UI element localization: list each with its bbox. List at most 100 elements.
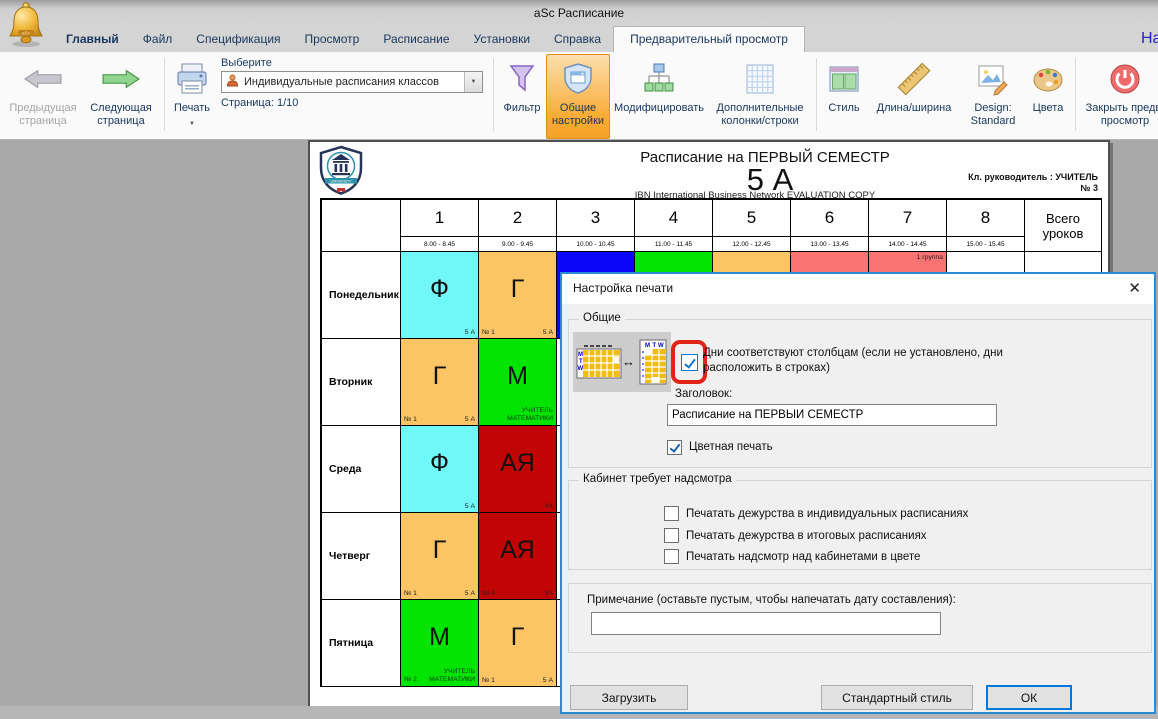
window-titlebar: aSc Расписание xyxy=(0,0,1158,26)
extra-columns-rows-button[interactable]: Дополнительные колонки/строки xyxy=(708,54,812,139)
period-number: 8 xyxy=(947,200,1024,236)
load-button[interactable]: Загрузить xyxy=(570,685,688,710)
close-icon[interactable]: ✕ xyxy=(1128,279,1141,297)
class-label: 5 А xyxy=(543,329,553,336)
person-icon xyxy=(226,74,239,90)
teacher-line2: № 2МАТЕМАТИКИ xyxy=(404,676,475,684)
toolbar-button-label: Модифицировать xyxy=(614,102,704,115)
lesson-cell: Г№ 15 А xyxy=(401,339,479,426)
day-label: Понедельник xyxy=(322,252,401,339)
ok-button[interactable]: ОК xyxy=(986,685,1072,710)
days-in-rows-icon: M T W xyxy=(576,344,622,383)
period-header-cell: 714.00 - 14.45 xyxy=(869,200,947,252)
period-header-cell: 613.00 - 13.45 xyxy=(791,200,869,252)
subject-abbr: Г xyxy=(401,339,478,413)
supervision-option-row: Печатать дежурства в индивидуальных расп… xyxy=(664,506,968,521)
menu-item-4[interactable]: Просмотр xyxy=(293,26,372,52)
previous-page-button[interactable]: Предыдущая страница xyxy=(4,54,82,139)
next-page-button[interactable]: Следующая страница xyxy=(82,54,160,139)
svg-text:UNIVERSITY: UNIVERSITY xyxy=(330,180,352,184)
combobox-value: Индивидуальные расписания классов xyxy=(244,76,439,88)
style-button[interactable]: Стиль xyxy=(821,54,867,139)
checkbox-unchecked[interactable] xyxy=(664,506,679,521)
group-label: 1 группа xyxy=(917,254,943,261)
period-time: 8.00 - 8.45 xyxy=(401,236,478,251)
period-number: 1 xyxy=(401,200,478,236)
lesson-cell: Г№ 15 А xyxy=(479,252,557,339)
combobox-dropdown-button[interactable] xyxy=(464,72,482,92)
dialog-titlebar[interactable]: Настройка печати ✕ xyxy=(562,274,1154,304)
lesson-cell: Ф5 А xyxy=(401,426,479,513)
general-group: Общие M T W xyxy=(568,319,1152,468)
filter-button[interactable]: Фильтр xyxy=(498,54,546,139)
lesson-cell: АЯУА xyxy=(479,426,557,513)
modify-button[interactable]: Модифицировать xyxy=(610,54,708,139)
report-select-group: Выберите Индивидуальные расписания класс… xyxy=(215,54,489,139)
period-number: 7 xyxy=(869,200,946,236)
menu-item-3[interactable]: Спецификация xyxy=(184,26,292,52)
period-time: 11.00 - 11.45 xyxy=(635,236,712,251)
tree-icon xyxy=(641,59,677,99)
class-teacher-info: Кл. руководитель : УЧИТЕЛЬ № 3 xyxy=(968,172,1098,194)
svg-text:T: T xyxy=(579,359,583,365)
day-label: Среда xyxy=(322,426,401,513)
note-group: Примечание (оставьте пустым, чтобы напеч… xyxy=(568,583,1152,653)
grid-icon xyxy=(742,59,778,99)
arrow-left-icon xyxy=(24,59,62,99)
toolbar-button-label: Цвета xyxy=(1033,102,1064,115)
supervision-group: Кабинет требует надсмотра Печатать дежур… xyxy=(568,480,1152,570)
menu-item-6[interactable]: Установки xyxy=(462,26,542,52)
period-time: 14.00 - 14.45 xyxy=(869,236,946,251)
checkbox-label: Печатать дежурства в индивидуальных расп… xyxy=(686,508,968,520)
teacher-label: УЧИТЕЛЬ№ 2МАТЕМАТИКИ xyxy=(404,668,475,684)
toolbar: Предыдущая страница Следующая страница П xyxy=(0,52,1158,140)
teacher-line1: УЧИТЕЛЬ xyxy=(482,407,553,415)
menu-item-2[interactable]: Файл xyxy=(131,26,185,52)
checkbox-label: Цветная печать xyxy=(689,441,773,453)
menu-item-5[interactable]: Расписание xyxy=(371,26,461,52)
period-header-cell: 310.00 - 10.45 xyxy=(557,200,635,252)
svg-text:M: M xyxy=(645,343,650,349)
period-header-cell: 29.00 - 9.45 xyxy=(479,200,557,252)
supervision-option-row: Печатать надсмотр над кабинетами в цвете xyxy=(664,549,920,564)
color-print-checkbox[interactable] xyxy=(667,440,682,455)
report-type-combobox[interactable]: Индивидуальные расписания классов xyxy=(221,71,483,93)
asc-bell-logo-icon[interactable]: -aSc- xyxy=(7,1,45,52)
room-label: № 1 xyxy=(482,677,495,684)
colors-button[interactable]: Цвета xyxy=(1025,54,1071,139)
room-label: № 1 xyxy=(482,329,495,336)
teacher-line1: УЧИТЕЛЬ xyxy=(404,668,475,676)
teacher-label: УЧИТЕЛЬМАТЕМАТИКИ xyxy=(482,407,553,423)
close-preview-button[interactable]: Закрыть предв. просмотр xyxy=(1080,54,1158,139)
design-icon xyxy=(975,59,1011,99)
print-button[interactable]: Печать xyxy=(169,54,215,139)
menu-item-7[interactable]: Справка xyxy=(542,26,613,52)
menu-item-1[interactable]: Главный xyxy=(54,26,131,52)
period-time: 13.00 - 13.45 xyxy=(791,236,868,251)
table-corner-cell xyxy=(322,200,401,252)
palette-icon xyxy=(1030,59,1066,99)
toolbar-separator xyxy=(164,58,165,131)
checkbox-unchecked[interactable] xyxy=(664,549,679,564)
tab-preview-active[interactable]: Предварительный просмотр xyxy=(613,26,805,52)
days-in-columns-checkbox[interactable] xyxy=(681,354,698,371)
general-settings-button[interactable]: Общие настройки xyxy=(546,54,610,139)
total-lessons-header: Всего уроков xyxy=(1025,200,1102,252)
note-input[interactable] xyxy=(591,612,941,635)
period-time: 12.00 - 12.45 xyxy=(713,236,790,251)
toolbar-button-label: Длина/ширина xyxy=(877,102,952,115)
funnel-icon xyxy=(504,59,540,99)
standard-style-button[interactable]: Стандартный стиль xyxy=(821,685,973,710)
design-standard-button[interactable]: Design: Standard xyxy=(961,54,1025,139)
header-input[interactable] xyxy=(667,404,997,426)
checkbox-unchecked[interactable] xyxy=(664,528,679,543)
printer-icon xyxy=(174,59,210,99)
checkbox-label: Дни соответствуют столбцам (если не уста… xyxy=(703,346,1048,376)
period-header-cell: 18.00 - 8.45 xyxy=(401,200,479,252)
menu-bar: ГлавныйФайлСпецификацияПросмотрРасписани… xyxy=(0,26,1158,52)
period-header-cell: 512.00 - 12.45 xyxy=(713,200,791,252)
room-label: № 1 xyxy=(404,416,417,423)
length-width-button[interactable]: Длина/ширина xyxy=(867,54,961,139)
page-indicator: Страница: 1/10 xyxy=(221,97,298,109)
school-logo-icon: UNIVERSITY xyxy=(318,145,364,200)
